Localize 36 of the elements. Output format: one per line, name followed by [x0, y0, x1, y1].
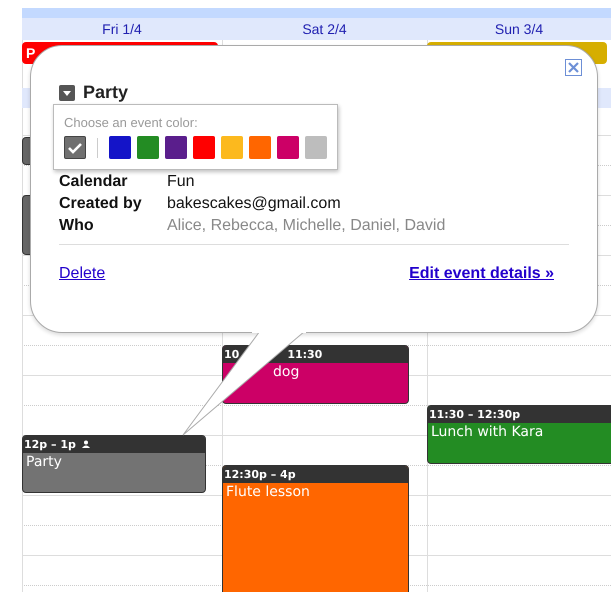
event-title: Party [83, 82, 128, 103]
color-swatch[interactable] [165, 136, 188, 159]
color-swatch[interactable] [64, 136, 86, 159]
color-swatch[interactable] [305, 136, 328, 159]
event-time: 12:30p – 4p [224, 468, 296, 481]
color-swatch[interactable] [277, 136, 300, 159]
detail-label: Created by [59, 195, 143, 213]
event-time: 12p – 1p [24, 438, 76, 451]
day-label[interactable]: Sat 2/4 [302, 21, 347, 37]
close-icon[interactable] [565, 59, 582, 76]
picker-label: Choose an event color: [64, 115, 199, 130]
detail-label: Who [59, 217, 95, 235]
calendar-event[interactable]: 12:30p – 4p Flute lesson [222, 465, 409, 592]
color-swatch[interactable] [109, 136, 132, 159]
color-swatch[interactable] [193, 136, 216, 159]
edit-details-link[interactable]: Edit event details » [409, 265, 554, 283]
event-title: Lunch with Kara [430, 423, 544, 441]
color-swatch[interactable] [137, 136, 160, 159]
day-label[interactable]: Fri 1/4 [102, 21, 142, 37]
event-time: 10 [224, 348, 240, 361]
detail-label: Calendar [59, 173, 128, 191]
day-label[interactable]: Sun 3/4 [494, 21, 544, 37]
event-title: dog [272, 363, 300, 381]
event-time: 11:30 – 12:30p [429, 408, 520, 421]
detail-value: bakescakes@gmail.com [167, 195, 341, 213]
event-time: 11:30 [287, 348, 322, 361]
dropdown-icon[interactable] [59, 84, 75, 100]
detail-value: Alice, Rebecca, Michelle, Daniel, David [167, 217, 446, 235]
calendar-event[interactable]: 11:30 – 12:30p Lunch with Kara [427, 405, 611, 464]
calendar-event[interactable]: 12p – 1p Party [22, 435, 206, 493]
event-title: Party [25, 453, 63, 471]
event-title: Flute lesson [225, 483, 311, 501]
delete-link[interactable]: Delete [59, 265, 106, 283]
color-swatch[interactable] [221, 136, 244, 159]
detail-value: Fun [167, 173, 195, 191]
color-swatch[interactable] [249, 136, 272, 159]
